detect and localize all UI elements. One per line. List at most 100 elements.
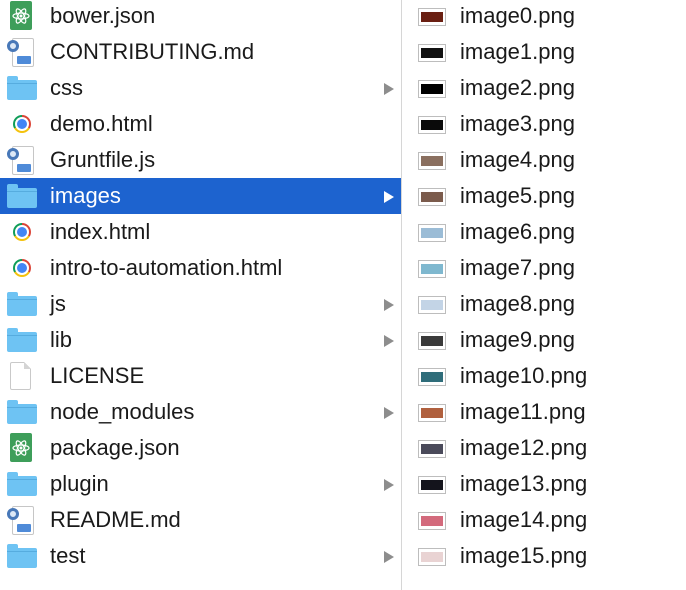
folder-row[interactable]: images xyxy=(0,178,401,214)
image-file-row[interactable]: image8.png xyxy=(402,286,686,322)
disclosure-arrow-icon[interactable] xyxy=(384,83,394,95)
folder-row[interactable]: test xyxy=(0,538,401,574)
file-row[interactable]: LICENSE xyxy=(0,358,401,394)
chrome-html-icon xyxy=(13,223,31,241)
image-file-row[interactable]: image6.png xyxy=(402,214,686,250)
item-name: lib xyxy=(50,327,73,352)
folder-icon xyxy=(7,292,37,316)
image-file-row[interactable]: image1.png xyxy=(402,34,686,70)
parent-folder-column[interactable]: bower.json CONTRIBUTING.md css demo.html Gru… xyxy=(0,0,402,590)
item-name: plugin xyxy=(50,471,109,496)
item-name: image9.png xyxy=(460,327,575,352)
image-file-row[interactable]: image7.png xyxy=(402,250,686,286)
image-thumbnail-icon xyxy=(418,332,446,350)
item-name: intro-to-automation.html xyxy=(50,255,283,280)
file-row[interactable]: package.json xyxy=(0,430,401,466)
folder-row[interactable]: js xyxy=(0,286,401,322)
file-row[interactable]: index.html xyxy=(0,214,401,250)
file-row[interactable]: README.md xyxy=(0,502,401,538)
item-name: bower.json xyxy=(50,3,156,28)
image-file-row[interactable]: image14.png xyxy=(402,502,686,538)
image-thumbnail-icon xyxy=(418,368,446,386)
folder-icon xyxy=(7,76,37,100)
row-icon-slot xyxy=(0,250,50,286)
item-name: Gruntfile.js xyxy=(50,147,156,172)
image-thumbnail-icon xyxy=(418,260,446,278)
row-icon-slot xyxy=(0,322,50,358)
image-thumbnail-icon xyxy=(418,80,446,98)
item-name: image8.png xyxy=(460,291,575,316)
folder-row[interactable]: node_modules xyxy=(0,394,401,430)
item-name: image15.png xyxy=(460,543,588,568)
image-file-row[interactable]: image3.png xyxy=(402,106,686,142)
image-file-row[interactable]: image13.png xyxy=(402,466,686,502)
row-icon-slot xyxy=(0,466,50,502)
item-name: image10.png xyxy=(460,363,588,388)
images-folder-column[interactable]: image0.png image1.png image2.png image3.png… xyxy=(402,0,686,590)
row-icon-slot xyxy=(0,142,50,178)
disclosure-arrow-icon[interactable] xyxy=(384,191,394,203)
image-file-row[interactable]: image2.png xyxy=(402,70,686,106)
item-name: index.html xyxy=(50,219,151,244)
image-file-row[interactable]: image4.png xyxy=(402,142,686,178)
atom-json-icon xyxy=(10,1,32,30)
item-name: image11.png xyxy=(460,399,586,424)
folder-row[interactable]: css xyxy=(0,70,401,106)
script-doc-icon xyxy=(7,504,35,536)
item-name: image13.png xyxy=(460,471,588,496)
chrome-html-icon xyxy=(13,259,31,277)
item-name: demo.html xyxy=(50,111,153,136)
row-icon-slot xyxy=(0,502,50,538)
row-icon-slot xyxy=(0,106,50,142)
folder-icon xyxy=(7,400,37,424)
image-thumbnail-icon xyxy=(418,224,446,242)
disclosure-arrow-icon[interactable] xyxy=(384,479,394,491)
row-icon-slot xyxy=(0,34,50,70)
file-row[interactable]: Gruntfile.js xyxy=(0,142,401,178)
image-file-row[interactable]: image12.png xyxy=(402,430,686,466)
folder-icon xyxy=(7,544,37,568)
item-name: image3.png xyxy=(460,111,575,136)
image-thumbnail-icon xyxy=(418,8,446,26)
item-name: images xyxy=(50,183,121,208)
item-name: CONTRIBUTING.md xyxy=(50,39,255,64)
image-file-row[interactable]: image9.png xyxy=(402,322,686,358)
image-thumbnail-icon xyxy=(418,188,446,206)
file-row[interactable]: CONTRIBUTING.md xyxy=(0,34,401,70)
chrome-html-icon xyxy=(13,115,31,133)
file-row[interactable]: intro-to-automation.html xyxy=(0,250,401,286)
image-thumbnail-icon xyxy=(418,404,446,422)
disclosure-arrow-icon[interactable] xyxy=(384,551,394,563)
folder-row[interactable]: lib xyxy=(0,322,401,358)
image-file-row[interactable]: image5.png xyxy=(402,178,686,214)
image-file-row[interactable]: image10.png xyxy=(402,358,686,394)
folder-icon xyxy=(7,328,37,352)
row-icon-slot xyxy=(0,430,50,466)
item-name: image0.png xyxy=(460,3,575,28)
image-thumbnail-icon xyxy=(418,116,446,134)
item-name: image2.png xyxy=(460,75,575,100)
file-row[interactable]: demo.html xyxy=(0,106,401,142)
row-icon-slot xyxy=(0,358,50,394)
image-thumbnail-icon xyxy=(418,440,446,458)
image-thumbnail-icon xyxy=(418,548,446,566)
disclosure-arrow-icon[interactable] xyxy=(384,407,394,419)
item-name: image7.png xyxy=(460,255,575,280)
folder-icon xyxy=(7,184,37,208)
image-file-row[interactable]: image15.png xyxy=(402,538,686,574)
item-name: image14.png xyxy=(460,507,588,532)
item-name: README.md xyxy=(50,507,181,532)
item-name: image5.png xyxy=(460,183,575,208)
disclosure-arrow-icon[interactable] xyxy=(384,335,394,347)
atom-json-icon xyxy=(10,433,32,462)
item-name: image12.png xyxy=(460,435,588,460)
disclosure-arrow-icon[interactable] xyxy=(384,299,394,311)
folder-row[interactable]: plugin xyxy=(0,466,401,502)
file-row[interactable]: bower.json xyxy=(0,0,401,34)
image-thumbnail-icon xyxy=(418,476,446,494)
item-name: css xyxy=(50,75,83,100)
image-file-row[interactable]: image0.png xyxy=(402,0,686,34)
item-name: image1.png xyxy=(460,39,575,64)
image-thumbnail-icon xyxy=(418,152,446,170)
image-file-row[interactable]: image11.png xyxy=(402,394,686,430)
